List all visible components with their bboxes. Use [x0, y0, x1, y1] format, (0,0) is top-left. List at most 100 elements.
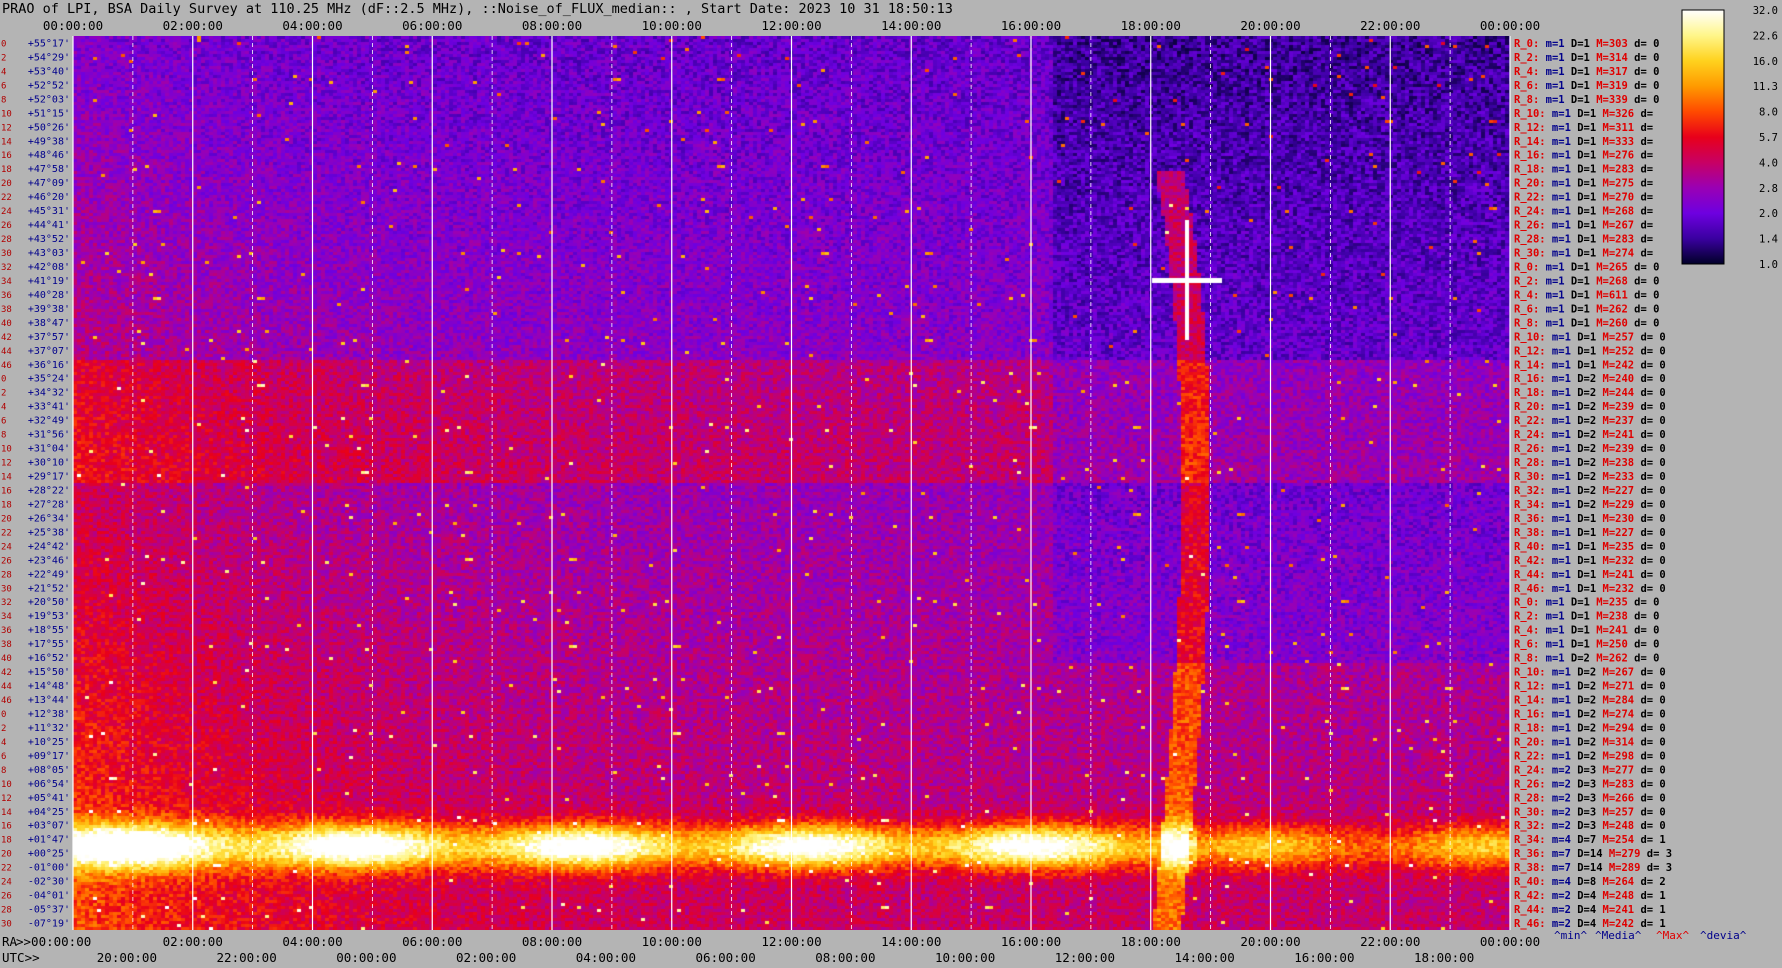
declination-index: 2	[1, 53, 6, 63]
ra-time-tick: 08:00:00	[522, 934, 582, 949]
declination-index: 16	[1, 486, 12, 496]
declination-tick: +42°08'	[28, 262, 70, 273]
colorbar-tick: 1.0	[1759, 259, 1778, 271]
declination-index: 18	[1, 165, 12, 175]
declination-tick: +31°56'	[28, 430, 70, 441]
utc-time-tick: 00:00:00	[336, 950, 396, 965]
declination-index: 30	[1, 920, 12, 930]
declination-index: 26	[1, 892, 12, 902]
ra-time-tick: 20:00:00	[1240, 934, 1300, 949]
declination-index: 0	[1, 375, 6, 385]
top-time-tick: 06:00:00	[402, 18, 462, 33]
top-time-tick: 04:00:00	[282, 18, 342, 33]
beam-stat-row: R_30: m=1 D=1 M=274 d=	[1514, 248, 1653, 260]
declination-tick: +14°48'	[28, 681, 70, 692]
declination-tick: +03°07'	[28, 821, 70, 832]
declination-index: 34	[1, 612, 12, 622]
declination-index: 10	[1, 445, 12, 455]
colorbar-tick: 22.6	[1753, 30, 1778, 42]
beam-stat-row: R_14: m=1 D=2 M=284 d= 0	[1514, 695, 1666, 707]
top-time-tick: 14:00:00	[881, 18, 941, 33]
top-time-tick: 02:00:00	[163, 18, 223, 33]
declination-index: 20	[1, 179, 12, 189]
footer-min: ^min^	[1554, 929, 1587, 942]
colorbar-tick: 32.0	[1753, 5, 1778, 17]
ra-time-tick: 22:00:00	[1360, 934, 1420, 949]
beam-stat-row: R_26: m=2 D=3 M=283 d= 0	[1514, 778, 1666, 790]
declination-index: 0	[1, 710, 6, 720]
declination-tick: +43°52'	[28, 234, 70, 245]
beam-stat-row: R_28: m=1 D=1 M=283 d=	[1514, 234, 1653, 246]
declination-index: 20	[1, 514, 12, 524]
footer-max: ^Max^	[1656, 929, 1689, 942]
declination-tick: +47°09'	[28, 178, 70, 189]
beam-stat-row: R_6: m=1 D=1 M=250 d= 0	[1514, 639, 1659, 651]
declination-tick: +45°31'	[28, 206, 70, 217]
beam-stat-row: R_8: m=1 D=1 M=260 d= 0	[1514, 317, 1659, 329]
declination-tick: +22°49'	[28, 569, 70, 580]
declination-tick: +50°26'	[28, 122, 70, 133]
declination-tick: +47°58'	[28, 164, 70, 175]
declination-tick: +06°54'	[28, 779, 70, 790]
top-time-tick: 18:00:00	[1121, 18, 1181, 33]
footer-devia: ^devia^	[1700, 929, 1747, 942]
declination-tick: +10°25'	[28, 737, 70, 748]
declination-tick: -07°19'	[28, 919, 70, 930]
beam-stat-row: R_16: m=1 D=2 M=274 d= 0	[1514, 708, 1666, 720]
declination-axis: 0 +55°17' 2 +54°29' 4 +53°40' 6 +52°52' 8 +52°03'…	[1, 38, 70, 929]
survey-heatmap-chart: 0 +55°17' 2 +54°29' 4 +53°40' 6 +52°52' 8 +52°03'…	[1, 5, 1778, 965]
declination-index: 20	[1, 850, 12, 860]
declination-tick: +40°28'	[28, 290, 70, 301]
declination-tick: +53°40'	[28, 66, 70, 77]
declination-index: 10	[1, 109, 12, 119]
heatmap-plot-area	[72, 36, 1511, 930]
declination-index: 6	[1, 417, 6, 427]
beam-stat-row: R_18: m=1 D=2 M=294 d= 0	[1514, 722, 1666, 734]
declination-index: 30	[1, 584, 12, 594]
beam-stat-row: R_20: m=1 D=2 M=314 d= 0	[1514, 736, 1666, 748]
beam-stat-row: R_30: m=2 D=3 M=257 d= 0	[1514, 806, 1666, 818]
declination-tick: -02°30'	[28, 877, 70, 888]
declination-tick: +35°24'	[28, 374, 70, 385]
beam-stat-row: R_22: m=1 D=2 M=237 d= 0	[1514, 415, 1666, 427]
beam-stat-row: R_0: m=1 D=1 M=265 d= 0	[1514, 261, 1659, 273]
declination-index: 6	[1, 81, 6, 91]
declination-index: 12	[1, 459, 12, 469]
beam-stat-row: R_12: m=1 D=2 M=271 d= 0	[1514, 681, 1666, 693]
utc-time-tick: 06:00:00	[696, 950, 756, 965]
declination-tick: +44°41'	[28, 220, 70, 231]
colorbar-tick: 4.0	[1759, 157, 1778, 169]
declination-tick: +46°20'	[28, 192, 70, 203]
declination-index: 32	[1, 598, 12, 608]
declination-index: 18	[1, 836, 12, 846]
ra-time-tick: 10:00:00	[642, 934, 702, 949]
declination-tick: +37°57'	[28, 332, 70, 343]
declination-index: 24	[1, 207, 12, 217]
beam-stat-row: R_14: m=1 D=1 M=333 d=	[1514, 136, 1653, 148]
beam-stat-row: R_16: m=1 D=2 M=240 d= 0	[1514, 373, 1666, 385]
declination-tick: +25°38'	[28, 527, 70, 538]
declination-index: 2	[1, 389, 6, 399]
declination-index: 16	[1, 151, 12, 161]
top-time-tick: 22:00:00	[1360, 18, 1420, 33]
beam-stat-row: R_0: m=1 D=1 M=303 d= 0	[1514, 38, 1659, 50]
declination-index: 38	[1, 305, 12, 315]
declination-tick: +52°03'	[28, 94, 70, 105]
declination-tick: +24°42'	[28, 541, 70, 552]
beam-stat-row: R_6: m=1 D=1 M=262 d= 0	[1514, 303, 1659, 315]
footer-median: ^Media^	[1595, 929, 1642, 942]
declination-tick: +31°04'	[28, 444, 70, 455]
declination-tick: +01°47'	[28, 835, 70, 846]
utc-time-tick: 12:00:00	[1055, 950, 1115, 965]
ra-time-tick: 14:00:00	[881, 934, 941, 949]
beam-stat-row: R_38: m=7 D=14 M=289 d= 3	[1514, 862, 1672, 874]
beam-stat-row: R_32: m=1 D=2 M=227 d= 0	[1514, 485, 1666, 497]
declination-tick: +00°25'	[28, 849, 70, 860]
bottom-time-axis: RA>>00:00:00 02:00:00 04:00:00 06:00:00 08:0…	[2, 934, 1540, 965]
declination-index: 8	[1, 766, 6, 776]
beam-stat-row: R_26: m=1 D=1 M=267 d=	[1514, 220, 1653, 232]
beam-stat-row: R_10: m=1 D=1 M=326 d=	[1514, 108, 1653, 120]
declination-index: 4	[1, 67, 6, 77]
declination-index: 26	[1, 221, 12, 231]
beam-stat-row: R_26: m=1 D=2 M=239 d= 0	[1514, 443, 1666, 455]
